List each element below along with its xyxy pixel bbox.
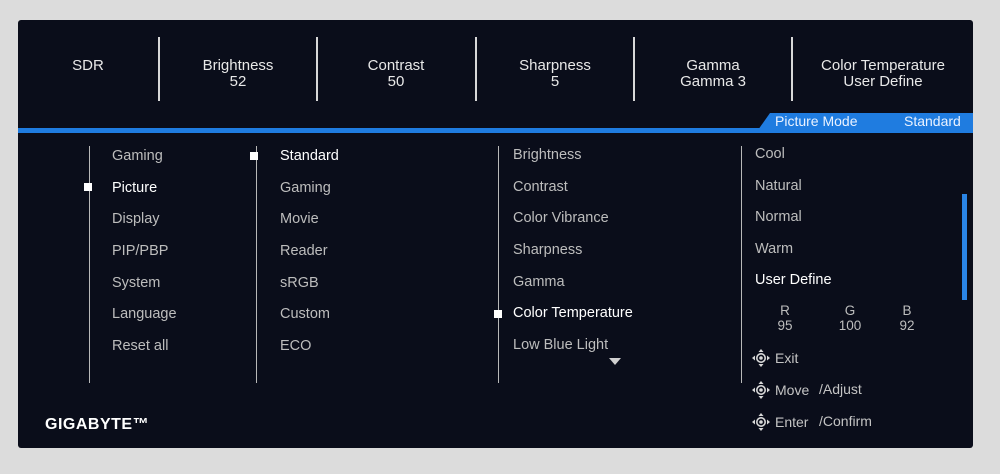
status-bar: SDR Brightness 52 Contrast 50 Sharpness …	[18, 20, 973, 128]
status-brightness-value: 52	[229, 73, 247, 90]
temp-item-normal[interactable]: Normal	[755, 209, 802, 225]
menu-item-system[interactable]: System	[112, 275, 160, 291]
status-gamma: Gamma Gamma 3	[635, 20, 791, 128]
setting-item-color-temperature[interactable]: Color Temperature	[513, 305, 633, 321]
status-brightness-label: Brightness	[202, 57, 274, 74]
temp-item-warm[interactable]: Warm	[755, 241, 793, 257]
rgb-blue-value: 92	[899, 318, 915, 333]
hint-move: Move	[775, 382, 810, 398]
gigabyte-logo: GIGABYTE™	[45, 416, 150, 433]
column-divider	[498, 146, 499, 383]
temp-item-cool[interactable]: Cool	[755, 146, 785, 162]
status-gamma-value: Gamma 3	[680, 73, 746, 90]
hint-adjust: /Adjust	[819, 381, 862, 397]
rgb-red-label: R	[780, 303, 790, 318]
temp-item-user-define[interactable]: User Define	[755, 272, 832, 288]
mode-item-standard[interactable]: Standard	[280, 148, 339, 164]
menu-item-display[interactable]: Display	[112, 211, 160, 227]
hint-exit: Exit	[775, 350, 799, 366]
selection-marker	[250, 152, 258, 160]
rgb-green[interactable]: G 100	[833, 303, 867, 333]
joystick-icon	[752, 381, 770, 399]
rgb-red[interactable]: R 95	[770, 303, 800, 333]
status-color-temperature-value: User Define	[843, 73, 923, 90]
setting-item-low-blue-light[interactable]: Low Blue Light	[513, 337, 608, 353]
column-divider	[256, 146, 257, 383]
rgb-blue[interactable]: B 92	[892, 303, 922, 333]
status-sharpness-label: Sharpness	[519, 57, 591, 74]
mode-item-reader[interactable]: Reader	[280, 243, 328, 259]
setting-item-gamma[interactable]: Gamma	[513, 274, 565, 290]
rgb-green-label: G	[844, 303, 856, 318]
status-color-temperature: Color Temperature User Define	[793, 20, 973, 128]
menu-item-reset-all[interactable]: Reset all	[112, 338, 168, 354]
setting-item-sharpness[interactable]: Sharpness	[513, 242, 582, 258]
status-sharpness-value: 5	[550, 73, 560, 90]
temp-item-natural[interactable]: Natural	[755, 178, 802, 194]
status-contrast: Contrast 50	[318, 20, 474, 128]
selection-marker	[494, 310, 502, 318]
osd-window: SDR Brightness 52 Contrast 50 Sharpness …	[18, 20, 973, 448]
status-sharpness: Sharpness 5	[477, 20, 633, 128]
mode-item-eco[interactable]: ECO	[280, 338, 311, 354]
rgb-red-value: 95	[777, 318, 793, 333]
mode-item-srgb[interactable]: sRGB	[280, 275, 319, 291]
menu-item-pip-pbp[interactable]: PIP/PBP	[112, 243, 168, 259]
mode-item-movie[interactable]: Movie	[280, 211, 319, 227]
mode-item-custom[interactable]: Custom	[280, 306, 330, 322]
status-color-temperature-label: Color Temperature	[821, 57, 945, 74]
selection-marker	[84, 183, 92, 191]
hint-confirm: /Confirm	[819, 413, 872, 429]
setting-item-color-vibrance[interactable]: Color Vibrance	[513, 210, 609, 226]
mode-item-gaming[interactable]: Gaming	[280, 180, 331, 196]
menu-item-gaming[interactable]: Gaming	[112, 148, 163, 164]
chevron-down-icon[interactable]	[609, 358, 621, 365]
hint-enter: Enter	[775, 414, 809, 430]
menu-item-picture[interactable]: Picture	[112, 180, 157, 196]
column-divider	[741, 146, 742, 383]
status-contrast-value: 50	[387, 73, 405, 90]
joystick-icon	[752, 413, 770, 431]
menu-item-language[interactable]: Language	[112, 306, 177, 322]
header-divider	[18, 128, 973, 133]
status-gamma-label: Gamma	[686, 57, 740, 74]
joystick-icon	[752, 349, 770, 367]
status-mode: SDR	[18, 20, 158, 128]
setting-item-brightness[interactable]: Brightness	[513, 147, 582, 163]
rgb-blue-label: B	[902, 303, 912, 318]
status-brightness: Brightness 52	[160, 20, 316, 128]
setting-item-contrast[interactable]: Contrast	[513, 179, 568, 195]
status-contrast-label: Contrast	[367, 57, 425, 74]
scrollbar[interactable]	[962, 194, 967, 300]
rgb-green-value: 100	[838, 318, 862, 333]
column-divider	[89, 146, 90, 383]
status-mode-label: SDR	[72, 57, 104, 74]
